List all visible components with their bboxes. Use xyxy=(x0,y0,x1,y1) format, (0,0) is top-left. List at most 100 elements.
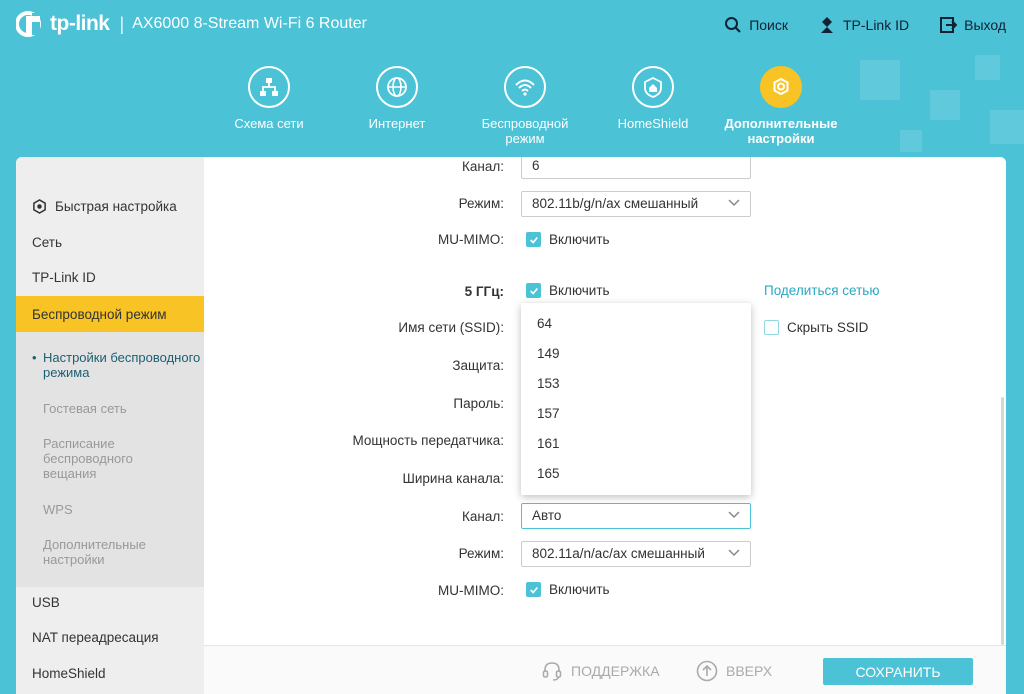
model-name: AX6000 8-Stream Wi-Fi 6 Router xyxy=(132,15,367,32)
mode-24-label: Режим: xyxy=(458,196,504,211)
sidebar-item-label: Сеть xyxy=(32,235,63,250)
decor-square xyxy=(990,110,1024,144)
search-link[interactable]: Поиск xyxy=(724,16,788,34)
channel-width-label: Ширина канала: xyxy=(402,471,505,486)
mumimo-5g-label: MU-MIMO: xyxy=(438,583,504,598)
wifi-icon xyxy=(515,79,535,96)
sidebar: Быстрая настройка Сеть TP-Link ID Беспро… xyxy=(16,157,204,694)
shield-home-icon xyxy=(644,76,662,98)
band-5g-label: 5 ГГц: xyxy=(464,284,504,299)
top-label: ВВЕРХ xyxy=(726,663,773,679)
band-5g-checkbox[interactable]: Включить xyxy=(526,283,610,298)
nav-icon-circle xyxy=(632,66,674,108)
channel-24-label: Канал: xyxy=(462,159,504,174)
gear-icon xyxy=(33,199,46,214)
decor-square xyxy=(930,90,960,120)
chevron-down-icon xyxy=(728,511,740,519)
footer-bar: ПОДДЕРЖКА ВВЕРХ СОХРАНИТЬ xyxy=(204,645,1006,694)
sidebar-item-label: HomeShield xyxy=(32,666,106,681)
search-icon xyxy=(725,17,741,33)
channel-5g-value: Авто xyxy=(532,508,562,523)
nav-wireless[interactable]: Беспроводной режим xyxy=(461,66,589,146)
hide-ssid-checkbox[interactable]: Скрыть SSID xyxy=(764,320,868,335)
password-label: Пароль: xyxy=(453,396,504,411)
checkbox-label: Включить xyxy=(549,582,610,597)
back-to-top-button[interactable]: ВВЕРХ xyxy=(696,660,772,682)
dropdown-option[interactable]: 165 xyxy=(521,459,751,489)
dropdown-option[interactable]: 153 xyxy=(521,369,751,399)
nav-label: Дополнительные настройки xyxy=(724,116,838,146)
decor-square xyxy=(975,55,1000,80)
save-button[interactable]: СОХРАНИТЬ xyxy=(823,658,973,685)
decor-square xyxy=(900,130,922,152)
checkbox-label: Включить xyxy=(549,283,610,298)
main-panel: Быстрая настройка Сеть TP-Link ID Беспро… xyxy=(16,157,1006,694)
sidebar-item-wireless[interactable]: Беспроводной режим xyxy=(16,296,204,332)
headset-icon xyxy=(542,662,562,681)
ssid-label: Имя сети (SSID): xyxy=(398,320,504,335)
nav-internet[interactable]: Интернет xyxy=(333,66,461,146)
channel-24-value: 6 xyxy=(532,158,540,173)
sidebar-item-label: NAT переадресация xyxy=(32,630,159,645)
checkbox-checked-icon xyxy=(526,582,541,597)
nav-homeshield[interactable]: HomeShield xyxy=(589,66,717,146)
dropdown-option[interactable]: 157 xyxy=(521,399,751,429)
logout-icon xyxy=(940,17,958,33)
sidebar-item-label: USB xyxy=(32,595,60,610)
sidebar-subitem-advanced[interactable]: Дополнительные настройки xyxy=(43,537,163,567)
tplink-id-link[interactable]: TP-Link ID xyxy=(818,16,909,34)
main-nav: Схема сети Интернет Беспроводной режим H… xyxy=(205,66,845,146)
checkbox-checked-icon xyxy=(526,232,541,247)
chevron-down-icon xyxy=(728,549,740,557)
dropdown-option[interactable]: 149 xyxy=(521,339,751,369)
nav-advanced[interactable]: Дополнительные настройки xyxy=(717,66,845,146)
sidebar-item-homeshield[interactable]: HomeShield xyxy=(16,666,204,681)
network-map-icon xyxy=(260,78,278,96)
share-network-link[interactable]: Поделиться сетью xyxy=(764,283,879,298)
chevron-down-icon xyxy=(728,199,740,207)
sidebar-item-label: Быстрая настройка xyxy=(55,199,177,214)
mode-24-value: 802.11b/g/n/ax смешанный xyxy=(532,196,699,211)
channel-24-select[interactable]: 6 xyxy=(521,157,751,179)
channel-5g-select[interactable]: Авто xyxy=(521,503,751,529)
mode-5g-value: 802.11a/n/ac/ax смешанный xyxy=(532,546,705,561)
user-icon xyxy=(820,17,833,33)
mode-24-select[interactable]: 802.11b/g/n/ax смешанный xyxy=(521,191,751,217)
sidebar-item-nat[interactable]: NAT переадресация xyxy=(16,630,204,645)
checkbox-label: Включить xyxy=(549,232,610,247)
mumimo-5g-checkbox[interactable]: Включить xyxy=(526,582,610,597)
checkbox-label: Скрыть SSID xyxy=(787,320,869,335)
nav-network-map[interactable]: Схема сети xyxy=(205,66,333,146)
mode-5g-select[interactable]: 802.11a/n/ac/ax смешанный xyxy=(521,541,751,567)
arrow-up-circle-icon xyxy=(696,660,718,682)
sidebar-item-network[interactable]: Сеть xyxy=(16,235,204,250)
dropdown-option[interactable]: 64 xyxy=(521,309,751,339)
nav-label: Интернет xyxy=(368,116,426,131)
sidebar-subitem-wps[interactable]: WPS xyxy=(43,502,73,517)
sidebar-item-usb[interactable]: USB xyxy=(16,595,204,610)
checkbox-unchecked-icon xyxy=(764,320,779,335)
logout-label: Выход xyxy=(964,17,1006,33)
settings-content: Канал: 6 Режим: 802.11b/g/n/ax смешанный… xyxy=(204,157,1006,645)
sidebar-item-label: TP-Link ID xyxy=(32,270,96,285)
sidebar-subitem-wireless-schedule[interactable]: Расписание беспроводного вещания xyxy=(43,436,163,481)
mumimo-24-label: MU-MIMO: xyxy=(438,232,504,247)
sidebar-item-quick-setup[interactable]: Быстрая настройка xyxy=(16,199,204,214)
tplink-logo-icon xyxy=(16,11,41,37)
sidebar-subitem-wireless-settings[interactable]: Настройки беспроводного режима xyxy=(32,350,204,380)
logo[interactable]: tp-link | AX6000 8-Stream Wi-Fi 6 Router xyxy=(16,10,367,38)
nav-icon-circle xyxy=(760,66,802,108)
sidebar-subitem-guest-network[interactable]: Гостевая сеть xyxy=(43,401,127,416)
tx-power-label: Мощность передатчика: xyxy=(352,433,504,448)
dropdown-option[interactable]: 161 xyxy=(521,429,751,459)
logout-link[interactable]: Выход xyxy=(939,16,1006,34)
sidebar-submenu: Настройки беспроводного режима Гостевая … xyxy=(16,332,204,587)
nav-active-pointer xyxy=(762,176,782,186)
nav-icon-circle xyxy=(504,66,546,108)
decor-square xyxy=(860,60,900,100)
sidebar-item-tplink-id[interactable]: TP-Link ID xyxy=(16,270,204,285)
tplink-id-label: TP-Link ID xyxy=(842,17,910,33)
support-button[interactable]: ПОДДЕРЖКА xyxy=(541,660,660,682)
scrollbar[interactable] xyxy=(1001,397,1004,645)
mumimo-24-checkbox[interactable]: Включить xyxy=(526,232,610,247)
